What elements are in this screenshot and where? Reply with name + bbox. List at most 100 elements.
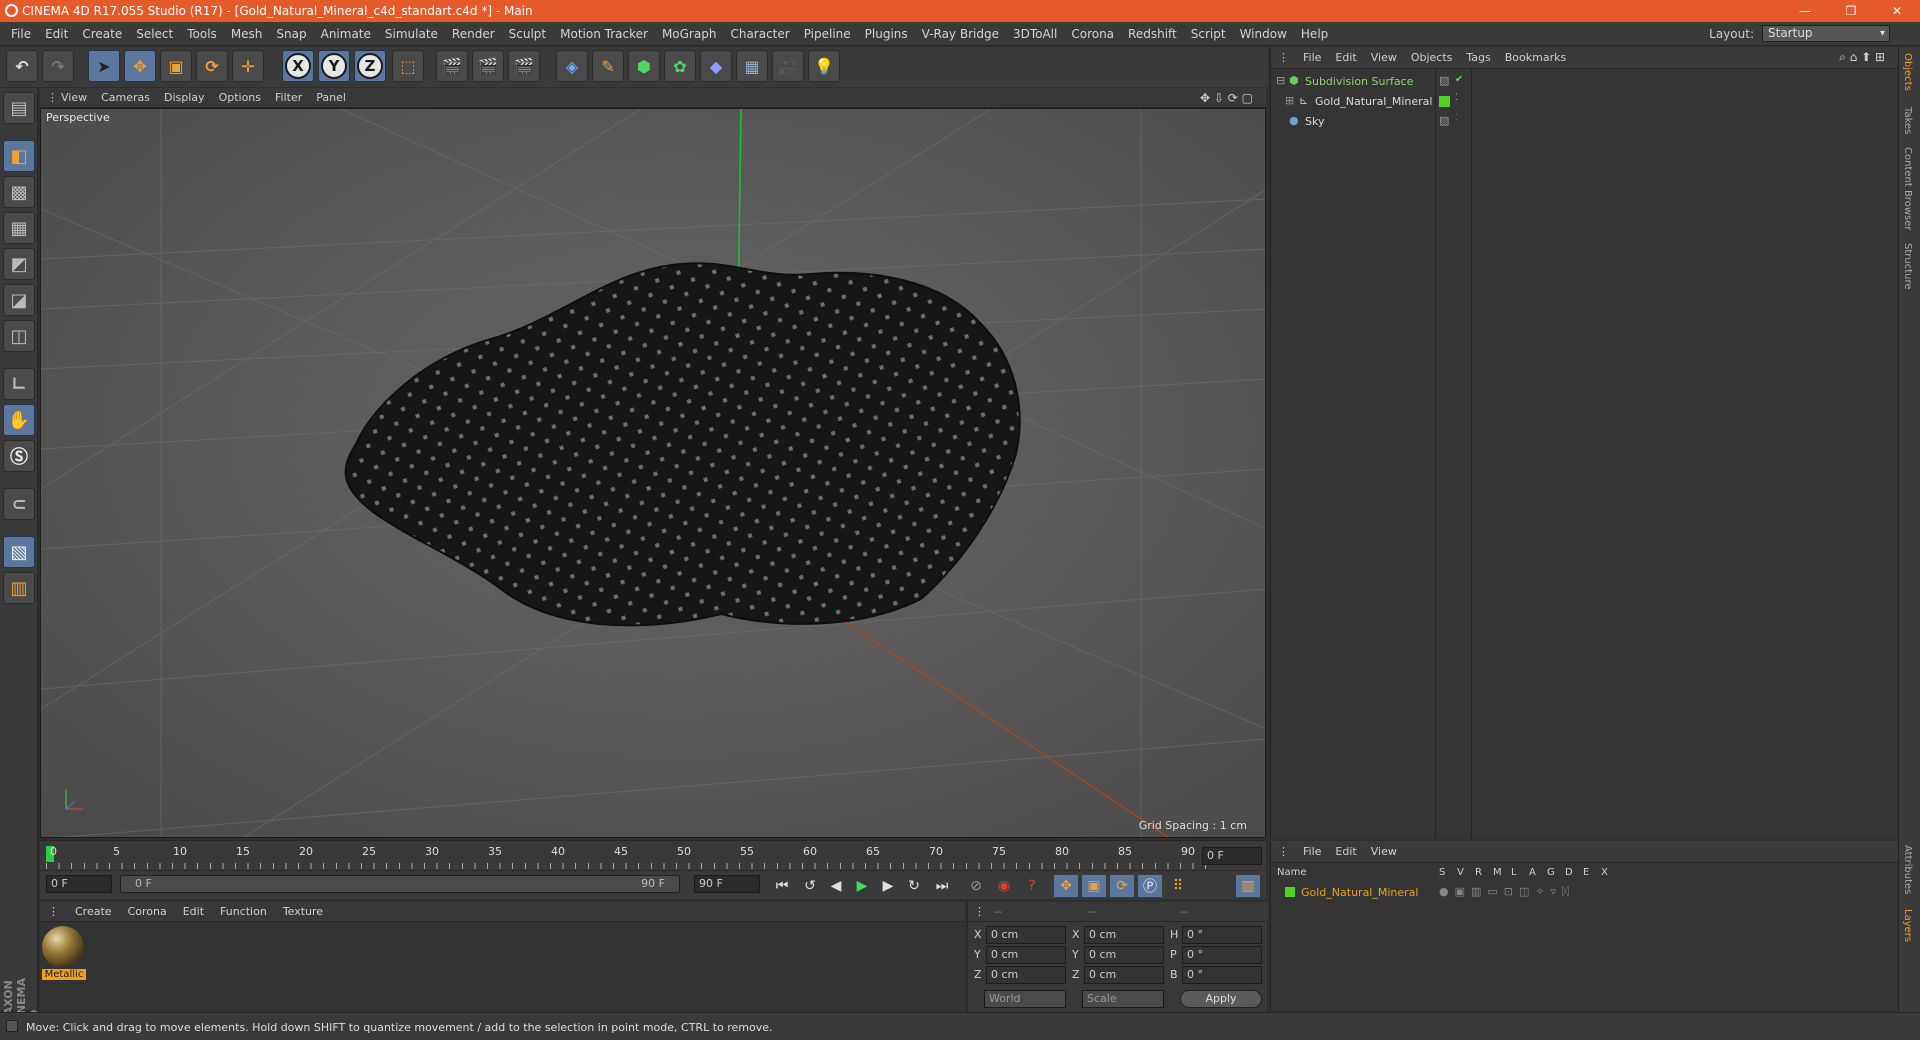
layer-toggles-icons[interactable]: ●▣▥▭⊡◫✧▿ᛞ (1439, 885, 1575, 898)
menu-script[interactable]: Script (1184, 27, 1233, 41)
menu-tools[interactable]: Tools (180, 27, 224, 41)
tweak-mode-icon[interactable]: ✋ (3, 404, 35, 436)
menu-snap[interactable]: Snap (269, 27, 313, 41)
vp-menu-view[interactable]: View (54, 91, 94, 104)
go-to-start-icon[interactable]: ⏮ (770, 875, 794, 897)
keyframe-selection-icon[interactable]: ? (1020, 875, 1044, 897)
close-button[interactable]: ✕ (1874, 0, 1920, 22)
previous-key-icon[interactable]: ↺ (798, 875, 822, 897)
light-icon[interactable]: 💡 (808, 50, 840, 82)
menu-file[interactable]: File (4, 27, 38, 41)
render-settings-icon[interactable]: 🎬 (508, 50, 540, 82)
apply-button[interactable]: Apply (1180, 990, 1262, 1008)
current-frame-field[interactable]: 0 F (1202, 847, 1262, 865)
obj-menu-objects[interactable]: Objects (1404, 51, 1460, 64)
points-mode-icon[interactable]: ◩ (3, 248, 35, 280)
move-icon[interactable]: ✥ (124, 50, 156, 82)
position-y-field[interactable]: 0 cm (986, 946, 1066, 964)
obj-menu-file[interactable]: File (1296, 51, 1328, 64)
axis-z-toggle[interactable]: Z (354, 50, 386, 82)
menu-motion-tracker[interactable]: Motion Tracker (553, 27, 655, 41)
subdivision-icon[interactable]: ⬢ (628, 50, 660, 82)
go-to-end-icon[interactable]: ⏭ (930, 875, 954, 897)
record-keys-icon[interactable]: ⊘ (964, 875, 988, 897)
object-row-sky[interactable]: ● Sky ▨ ⁚ (1271, 113, 1899, 132)
camera-icon[interactable]: 🎥 (772, 50, 804, 82)
layer-icon[interactable]: ▨ (1439, 74, 1449, 87)
render-view-icon[interactable]: 🎬 (436, 50, 468, 82)
layer-menu-edit[interactable]: Edit (1328, 845, 1363, 858)
menu-select[interactable]: Select (129, 27, 180, 41)
edges-mode-icon[interactable]: ◪ (3, 284, 35, 316)
tab-layers[interactable]: Layers (1902, 909, 1913, 942)
3d-viewport[interactable]: Perspective Grid Spacing : 1 cm (40, 108, 1266, 838)
model-mode-icon[interactable]: ◧ (3, 140, 35, 172)
menu-simulate[interactable]: Simulate (378, 27, 445, 41)
tab-structure[interactable]: Structure (1902, 243, 1913, 290)
expand-icon[interactable]: ⊞ (1285, 94, 1294, 107)
size-y-field[interactable]: 0 cm (1084, 946, 1164, 964)
tab-objects[interactable]: Objects (1902, 53, 1913, 91)
rotate-icon[interactable]: ⟳ (196, 50, 228, 82)
next-key-icon[interactable]: ↻ (902, 875, 926, 897)
menu-corona[interactable]: Corona (1064, 27, 1121, 41)
material-swatch[interactable]: Metallic (42, 926, 86, 984)
layout-select[interactable]: Startup (1762, 25, 1890, 42)
render-picture-viewer-icon[interactable]: 🎬 (472, 50, 504, 82)
mat-menu-edit[interactable]: Edit (175, 905, 212, 918)
object-manager-tools-icons[interactable]: ⌕ ⌂ ⬆ ⊞ (1832, 50, 1892, 65)
transform-icon[interactable]: ✛ (232, 50, 264, 82)
menu-mesh[interactable]: Mesh (224, 27, 270, 41)
layer-menu-view[interactable]: View (1364, 845, 1404, 858)
obj-menu-edit[interactable]: Edit (1328, 51, 1363, 64)
layer-menu-file[interactable]: File (1296, 845, 1328, 858)
obj-menu-view[interactable]: View (1364, 51, 1404, 64)
end-frame-field[interactable]: 90 F (694, 875, 760, 893)
menu-create[interactable]: Create (75, 27, 129, 41)
visibility-dots-icon[interactable]: ⁚ (1455, 113, 1458, 123)
mat-menu-texture[interactable]: Texture (275, 905, 331, 918)
visibility-dots-icon[interactable]: ⁚ (1455, 93, 1458, 103)
cloner-icon[interactable]: ✿ (664, 50, 696, 82)
obj-menu-bookmarks[interactable]: Bookmarks (1498, 51, 1573, 64)
start-frame-field[interactable]: 0 F (46, 875, 112, 893)
menu-3dtoall[interactable]: 3DToAll (1006, 27, 1064, 41)
tab-attributes[interactable]: Attributes (1902, 845, 1913, 894)
redo-icon[interactable]: ↷ (42, 50, 74, 82)
axis-x-toggle[interactable]: X (282, 50, 314, 82)
vp-menu-panel[interactable]: Panel (309, 91, 353, 104)
menu-window[interactable]: Window (1233, 27, 1294, 41)
collapse-icon[interactable]: ⊟ (1276, 74, 1285, 87)
position-x-field[interactable]: 0 cm (986, 926, 1066, 944)
key-scale-icon[interactable]: ▣ (1082, 875, 1106, 897)
object-row-gold-natural-mineral[interactable]: ⊞ ⊾ Gold_Natural_Mineral ⁚ (1271, 93, 1899, 112)
menu-help[interactable]: Help (1294, 27, 1335, 41)
rotation-h-field[interactable]: 0 ° (1182, 926, 1262, 944)
timeline-window-icon[interactable]: ▥ (1236, 875, 1260, 897)
tab-takes[interactable]: Takes (1902, 107, 1913, 134)
menu-plugins[interactable]: Plugins (858, 27, 915, 41)
snap-icon[interactable]: ⊂ (3, 488, 35, 520)
coordinate-system-icon[interactable]: ⬚ (392, 50, 424, 82)
menu-pipeline[interactable]: Pipeline (797, 27, 858, 41)
menu-character[interactable]: Character (723, 27, 796, 41)
mat-menu-corona[interactable]: Corona (120, 905, 175, 918)
timeline-ruler[interactable]: 0 5 10 15 20 25 30 35 40 45 50 55 60 65 … (40, 840, 1266, 870)
autokey-icon[interactable]: ◉ (992, 875, 1016, 897)
menu-render[interactable]: Render (445, 27, 502, 41)
obj-menu-tags[interactable]: Tags (1459, 51, 1497, 64)
vp-menu-filter[interactable]: Filter (268, 91, 309, 104)
axis-y-toggle[interactable]: Y (318, 50, 350, 82)
key-rotation-icon[interactable]: ⟳ (1110, 875, 1134, 897)
previous-frame-icon[interactable]: ◀ (824, 875, 848, 897)
solo-mode-icon[interactable]: Ⓢ (3, 440, 35, 472)
position-z-field[interactable]: 0 cm (986, 966, 1066, 984)
minimize-button[interactable]: — (1782, 0, 1828, 22)
vp-menu-display[interactable]: Display (157, 91, 212, 104)
key-pla-icon[interactable]: ⠿ (1166, 875, 1190, 897)
floor-icon[interactable]: ▦ (736, 50, 768, 82)
next-frame-icon[interactable]: ▶ (876, 875, 900, 897)
menu-mograph[interactable]: MoGraph (655, 27, 724, 41)
select-arrow-icon[interactable]: ➤ (88, 50, 120, 82)
coordinate-system-select[interactable]: World (984, 990, 1066, 1008)
